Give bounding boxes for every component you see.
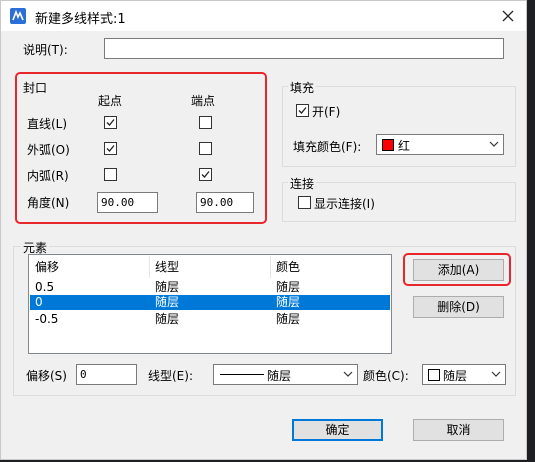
cap-outer-arc-end-checkbox[interactable] bbox=[199, 142, 212, 155]
column-header-color[interactable]: 颜色 bbox=[276, 260, 300, 275]
element-color-swatch bbox=[428, 369, 440, 381]
column-header-offset[interactable]: 偏移 bbox=[35, 260, 59, 275]
close-icon[interactable] bbox=[498, 6, 518, 26]
elements-list-header: 偏移 线型 颜色 bbox=[30, 260, 390, 275]
fill-on-label: 开(F) bbox=[312, 105, 341, 119]
column-divider bbox=[270, 256, 271, 278]
chevron-down-icon bbox=[489, 141, 499, 147]
multiline-style-dialog: 新建多线样式:1 说明(T): 封口 起点 端点 直线(L) 外弧(O) 内弧(… bbox=[0, 0, 527, 460]
ok-button[interactable]: 确定 bbox=[292, 419, 383, 441]
row-linetype: 随层 bbox=[155, 312, 180, 326]
row-linetype: 随层 bbox=[155, 280, 180, 294]
show-joints-label: 显示连接(I) bbox=[314, 197, 375, 211]
row-offset: 0.5 bbox=[35, 280, 55, 294]
row-offset: 0 bbox=[35, 295, 43, 309]
cap-inner-arc-end-checkbox[interactable] bbox=[199, 168, 212, 181]
fill-title: 填充 bbox=[288, 79, 317, 96]
linetype-value: 随层 bbox=[267, 369, 292, 383]
delete-button[interactable]: 删除(D) bbox=[413, 296, 504, 318]
caps-title: 封口 bbox=[23, 81, 48, 95]
row-color: 随层 bbox=[276, 295, 301, 309]
table-row[interactable]: 0.5 随层 随层 bbox=[30, 280, 390, 295]
description-label: 说明(T): bbox=[23, 43, 68, 57]
linetype-label: 线型(E): bbox=[148, 369, 193, 383]
caps-start-header: 起点 bbox=[98, 94, 123, 108]
cap-angle-start-input[interactable]: 90.00 bbox=[97, 192, 158, 213]
add-button[interactable]: 添加(A) bbox=[413, 259, 504, 281]
column-divider bbox=[149, 256, 150, 278]
row-color: 随层 bbox=[276, 280, 301, 294]
show-joints-checkbox[interactable] bbox=[298, 196, 311, 209]
checkmark-icon bbox=[106, 119, 115, 126]
row-offset: -0.5 bbox=[35, 312, 59, 326]
joints-title: 连接 bbox=[288, 175, 317, 192]
linetype-sample-line bbox=[220, 374, 264, 375]
table-row[interactable]: -0.5 随层 随层 bbox=[30, 312, 390, 327]
fill-color-value: 红 bbox=[398, 139, 411, 153]
offset-label: 偏移(S) bbox=[26, 369, 67, 383]
app-logo-icon bbox=[10, 8, 26, 24]
fill-color-label: 填充颜色(F): bbox=[293, 140, 362, 154]
fill-color-select[interactable]: 红 bbox=[376, 134, 504, 155]
cap-inner-arc-start-checkbox[interactable] bbox=[104, 168, 117, 181]
cap-angle-label: 角度(N) bbox=[27, 196, 70, 210]
checkmark-icon bbox=[298, 107, 307, 114]
element-color-value: 随层 bbox=[443, 369, 468, 383]
elements-list[interactable]: 偏移 线型 颜色 0.5 随层 随层 0 随层 随层 -0.5 随层 随层 bbox=[28, 254, 392, 354]
column-header-linetype[interactable]: 线型 bbox=[155, 260, 179, 275]
description-input[interactable] bbox=[104, 38, 504, 59]
fill-on-checkbox[interactable] bbox=[296, 104, 309, 117]
cap-line-start-checkbox[interactable] bbox=[104, 116, 117, 129]
checkmark-icon bbox=[201, 171, 210, 178]
chevron-down-icon bbox=[343, 371, 353, 377]
cap-outer-arc-label: 外弧(O) bbox=[27, 143, 70, 157]
linetype-select[interactable]: 随层 bbox=[213, 364, 358, 385]
cap-inner-arc-label: 内弧(R) bbox=[27, 169, 69, 183]
offset-input[interactable]: 0 bbox=[76, 364, 137, 385]
cap-line-end-checkbox[interactable] bbox=[199, 116, 212, 129]
cancel-button[interactable]: 取消 bbox=[413, 419, 504, 441]
chevron-down-icon bbox=[491, 371, 501, 377]
table-row[interactable]: 0 随层 随层 bbox=[30, 295, 390, 310]
window-title: 新建多线样式:1 bbox=[35, 12, 126, 27]
element-color-label: 颜色(C): bbox=[363, 369, 409, 383]
title-bar[interactable]: 新建多线样式:1 bbox=[1, 1, 526, 31]
caps-end-header: 端点 bbox=[191, 94, 216, 108]
cap-line-label: 直线(L) bbox=[27, 117, 68, 131]
cap-angle-end-input[interactable]: 90.00 bbox=[196, 192, 254, 213]
cap-outer-arc-start-checkbox[interactable] bbox=[104, 142, 117, 155]
checkmark-icon bbox=[106, 145, 115, 152]
fill-color-swatch bbox=[382, 139, 394, 151]
row-color: 随层 bbox=[276, 312, 301, 326]
element-color-select[interactable]: 随层 bbox=[422, 364, 506, 385]
row-linetype: 随层 bbox=[155, 295, 180, 309]
